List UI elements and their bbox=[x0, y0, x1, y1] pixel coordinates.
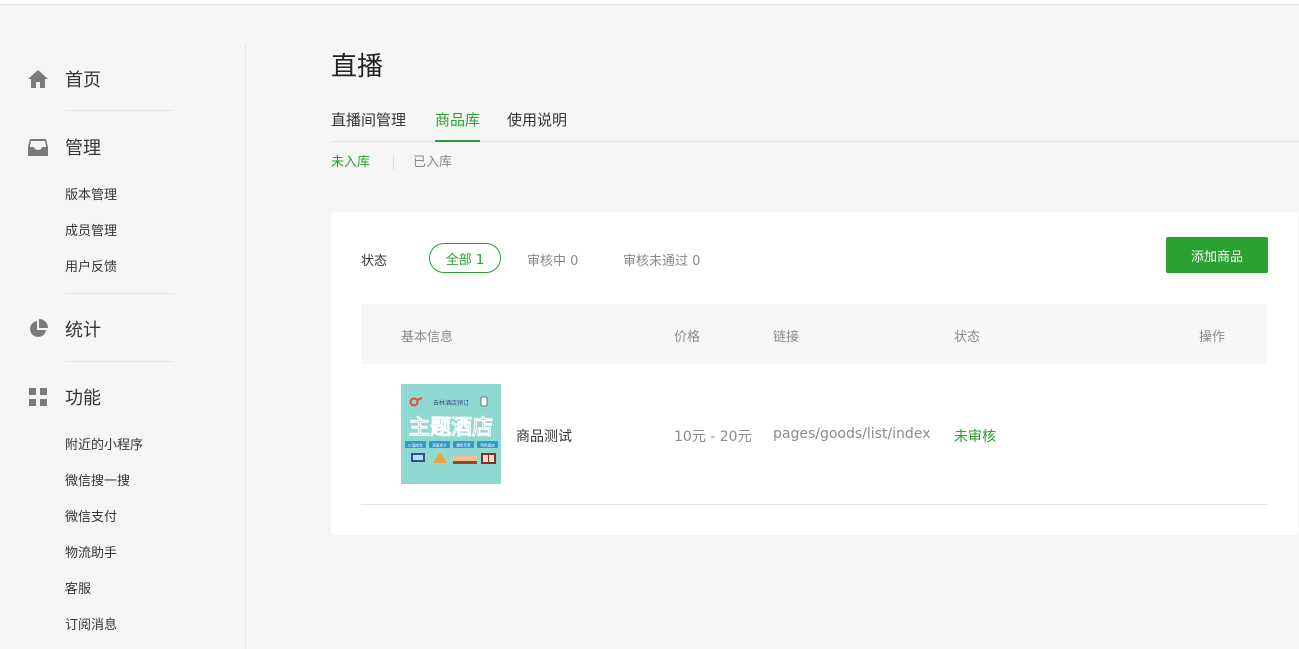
nav-features[interactable]: 功能 bbox=[28, 382, 101, 412]
sidebar-item-feedback[interactable]: 用户反馈 bbox=[65, 259, 117, 277]
sidebar-item-pay[interactable]: 微信支付 bbox=[65, 509, 117, 527]
goods-price: 10元 - 20元 bbox=[674, 429, 752, 445]
table-row: 去林酒店预订 主题酒店 IC酒店仓 家庭亲子 情侣专享 特色酒店 商品测试 10… bbox=[361, 364, 1267, 505]
filter-rejected[interactable]: 审核未通过 0 bbox=[623, 250, 700, 269]
tab-instructions[interactable]: 使用说明 bbox=[507, 110, 567, 142]
goods-card: 状态 全部 1 审核中 0 审核未通过 0 添加商品 基本信息 价格 链接 状态… bbox=[331, 212, 1298, 535]
column-header-price: 价格 bbox=[674, 330, 701, 345]
nav-features-label: 功能 bbox=[65, 388, 101, 409]
thumbnail-badge: IC酒店仓 bbox=[408, 443, 423, 448]
tab-goods-library[interactable]: 商品库 bbox=[435, 110, 481, 142]
subtab-divider bbox=[393, 155, 394, 170]
divider bbox=[65, 293, 174, 294]
filter-all[interactable]: 全部 1 bbox=[429, 243, 501, 273]
sidebar: 首页 管理 版本管理 成员管理 用户反馈 统计 功能 附近的小程序 微信搜一搜 … bbox=[0, 44, 246, 649]
nav-stats-label: 统计 bbox=[65, 320, 101, 341]
home-icon bbox=[28, 69, 48, 89]
column-header-link: 链接 bbox=[773, 330, 800, 345]
inbox-icon bbox=[28, 137, 48, 157]
column-header-info: 基本信息 bbox=[401, 330, 454, 345]
tab-live-room[interactable]: 直播间管理 bbox=[331, 110, 406, 142]
goods-name: 商品测试 bbox=[516, 429, 572, 445]
thumbnail-badge: 家庭亲子 bbox=[432, 443, 447, 448]
sidebar-item-service[interactable]: 客服 bbox=[65, 581, 91, 599]
page-title: 直播 bbox=[331, 52, 384, 82]
thumbnail-badge: 特色酒店 bbox=[480, 443, 495, 448]
divider bbox=[65, 110, 174, 111]
nav-manage-label: 管理 bbox=[65, 138, 101, 159]
divider bbox=[65, 361, 174, 362]
column-header-actions: 操作 bbox=[1199, 330, 1226, 345]
thumbnail-title: 主题酒店 bbox=[409, 415, 493, 439]
top-bar bbox=[0, 0, 1299, 5]
nav-home-label: 首页 bbox=[65, 70, 101, 91]
sidebar-item-version[interactable]: 版本管理 bbox=[65, 187, 117, 205]
add-goods-button[interactable]: 添加商品 bbox=[1166, 237, 1268, 273]
sidebar-item-members[interactable]: 成员管理 bbox=[65, 223, 117, 241]
grid-icon bbox=[28, 387, 48, 407]
goods-thumbnail: 去林酒店预订 主题酒店 IC酒店仓 家庭亲子 情侣专享 特色酒店 bbox=[401, 384, 501, 484]
thumbnail-badge: 情侣专享 bbox=[456, 443, 471, 448]
tab-bar: 直播间管理 商品库 使用说明 bbox=[331, 110, 1299, 142]
nav-manage[interactable]: 管理 bbox=[28, 132, 101, 162]
sidebar-item-subscribe[interactable]: 订阅消息 bbox=[65, 617, 117, 635]
status-filter-label: 状态 bbox=[361, 254, 388, 269]
goods-status: 未审核 bbox=[954, 429, 996, 445]
pie-chart-icon bbox=[28, 319, 48, 339]
nav-home[interactable]: 首页 bbox=[28, 64, 101, 94]
sidebar-item-search[interactable]: 微信搜一搜 bbox=[65, 473, 130, 491]
table-header: 基本信息 价格 链接 状态 操作 bbox=[361, 304, 1267, 364]
nav-stats[interactable]: 统计 bbox=[28, 314, 101, 344]
sidebar-item-nearby[interactable]: 附近的小程序 bbox=[65, 437, 143, 455]
goods-link: pages/goods/list/index bbox=[773, 426, 931, 442]
column-header-status: 状态 bbox=[954, 330, 981, 345]
filter-reviewing[interactable]: 审核中 0 bbox=[527, 250, 578, 269]
subtab-not-stocked[interactable]: 未入库 bbox=[331, 154, 370, 172]
sidebar-item-logistics[interactable]: 物流助手 bbox=[65, 545, 117, 563]
subtab-stocked[interactable]: 已入库 bbox=[413, 154, 452, 172]
thumbnail-top-text: 去林酒店预订 bbox=[433, 399, 469, 407]
